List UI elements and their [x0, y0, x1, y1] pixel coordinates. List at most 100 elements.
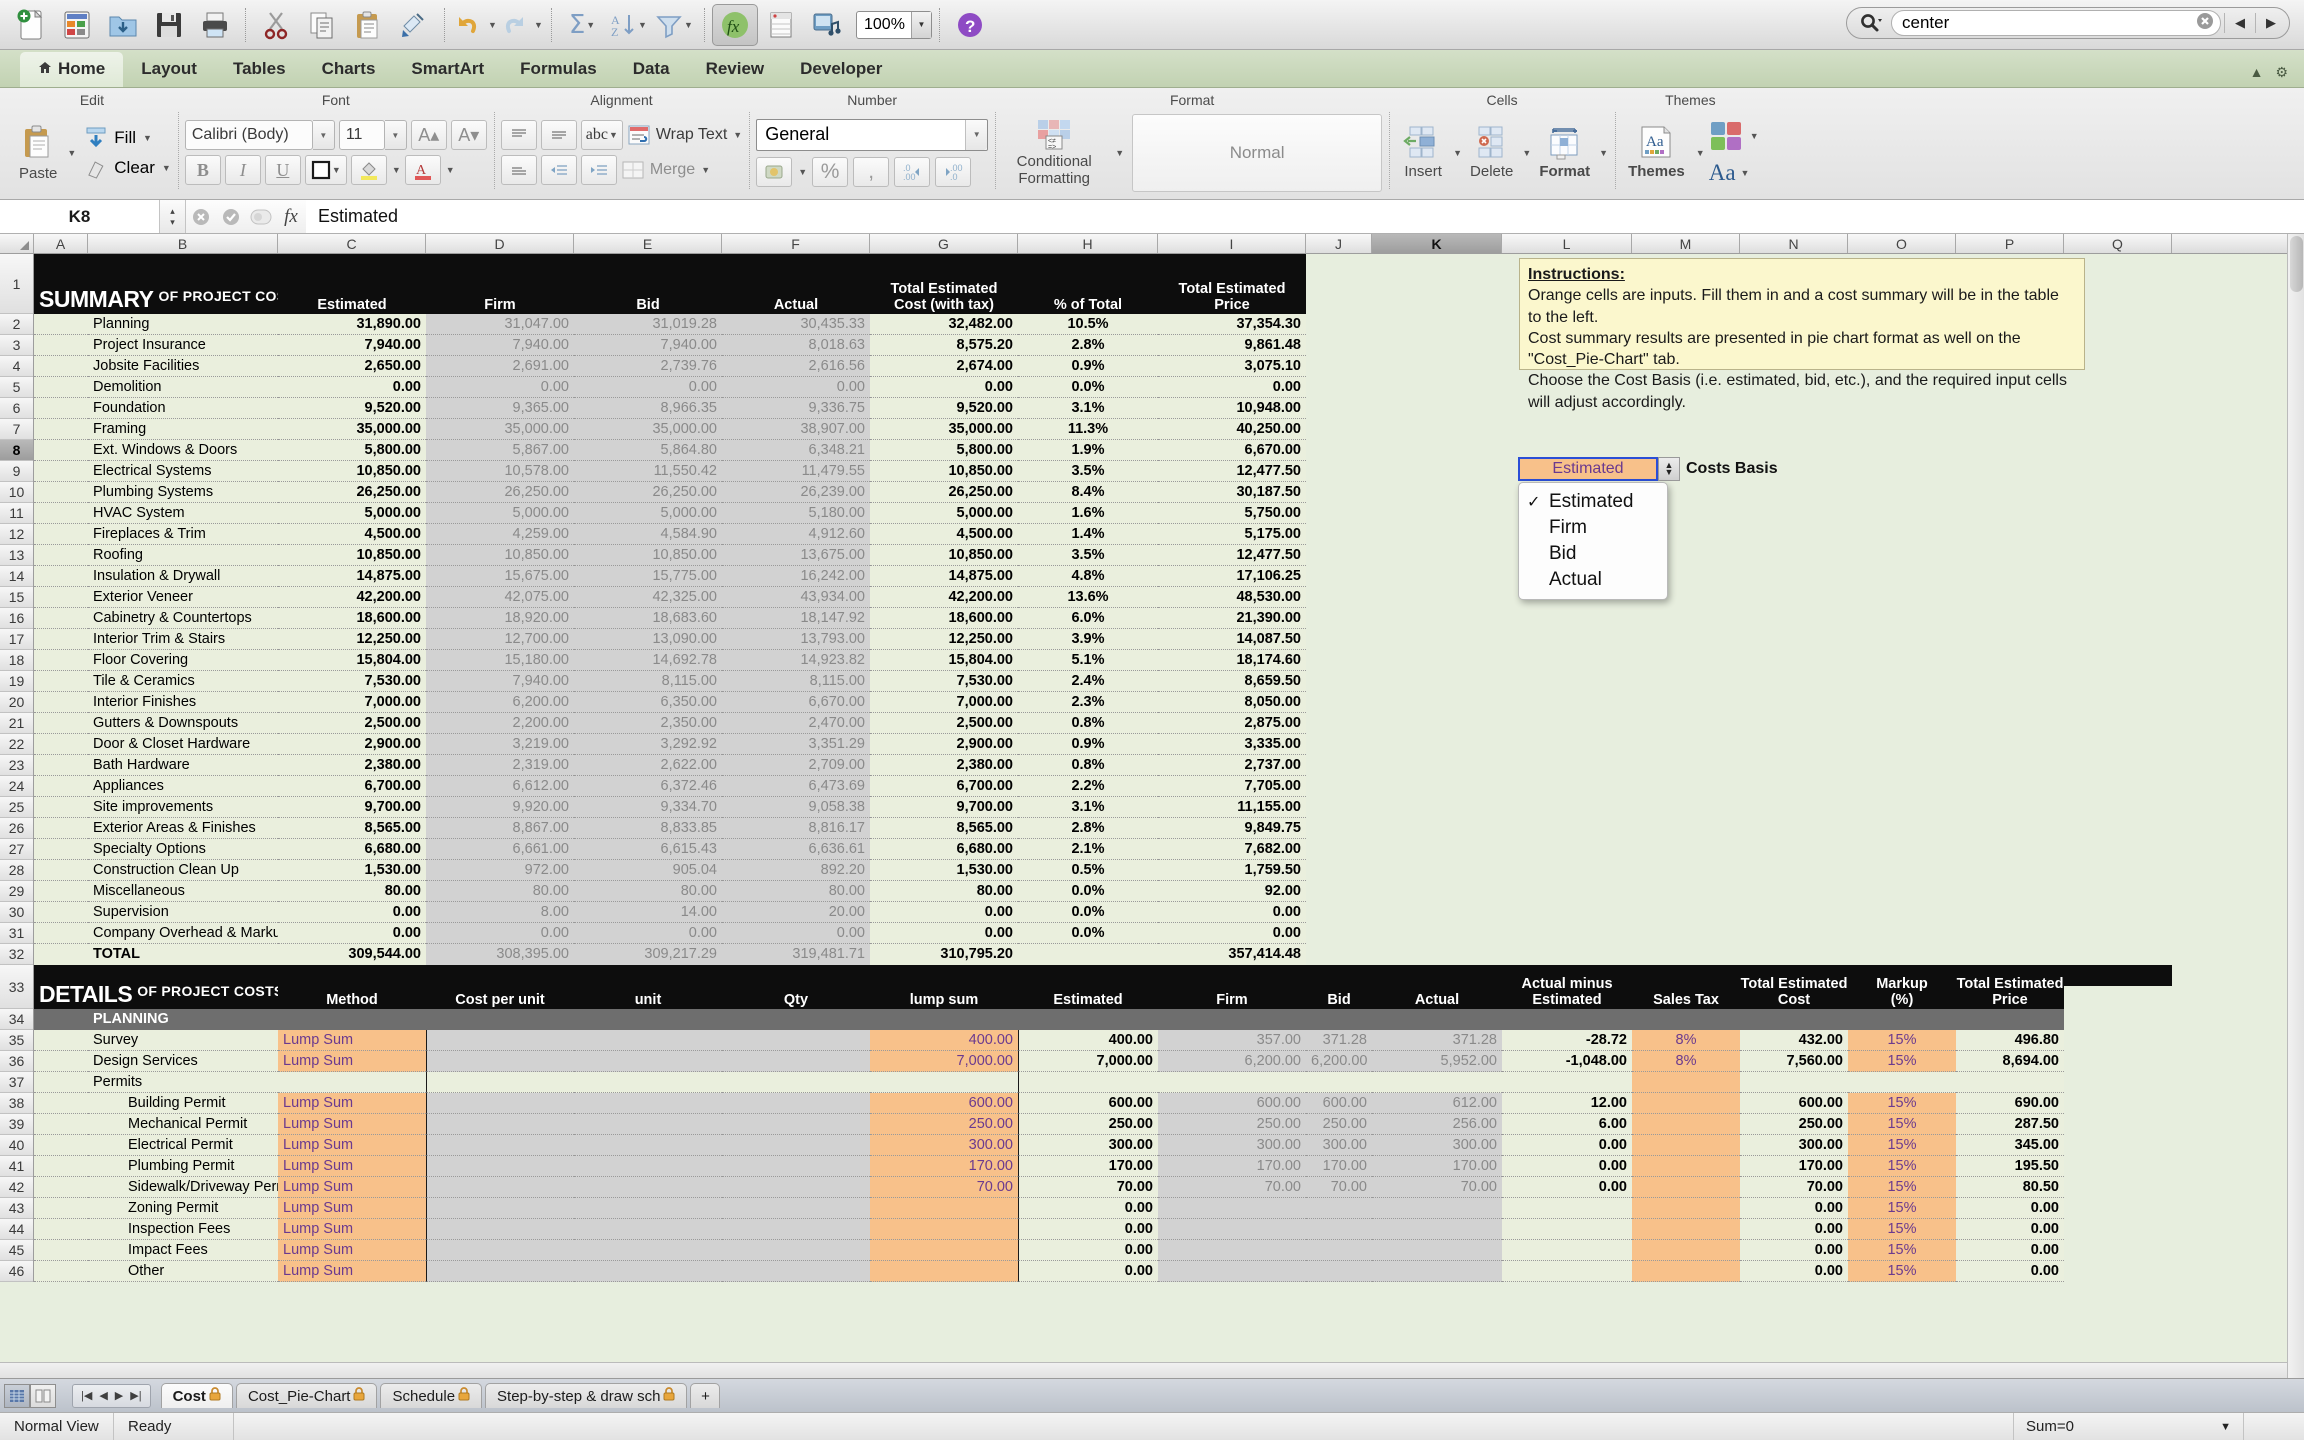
grid-cell-empty[interactable] [1632, 650, 1740, 671]
summary-estimated[interactable]: 35,000.00 [278, 419, 426, 440]
details-unit[interactable] [574, 1072, 722, 1093]
row-header-5[interactable]: 5 [0, 377, 33, 398]
summary-row-name[interactable]: Interior Finishes [88, 692, 278, 713]
details-firm[interactable] [1158, 1198, 1306, 1219]
summary-firm[interactable]: 6,661.00 [426, 839, 574, 860]
summary-row-name[interactable]: Exterior Areas & Finishes [88, 818, 278, 839]
summary-pct-of-total[interactable]: 6.0% [1018, 608, 1158, 629]
details-markup[interactable]: 15% [1848, 1156, 1956, 1177]
summary-total-estimated-price[interactable]: 12,477.50 [1158, 545, 1306, 566]
grid-cell-empty[interactable] [1306, 566, 1372, 587]
row-header-25[interactable]: 25 [0, 797, 33, 818]
summary-estimated[interactable]: 6,700.00 [278, 776, 426, 797]
summary-estimated[interactable]: 2,650.00 [278, 356, 426, 377]
details-sales-tax[interactable] [1632, 1072, 1740, 1093]
grid-cell-empty[interactable] [1632, 881, 1740, 902]
summary-total-estimated-price[interactable]: 7,682.00 [1158, 839, 1306, 860]
summary-row-name[interactable]: Gutters & Downspouts [88, 713, 278, 734]
summary-pct-of-total[interactable]: 0.8% [1018, 713, 1158, 734]
summary-firm[interactable]: 6,612.00 [426, 776, 574, 797]
details-lump-sum[interactable] [870, 1261, 1018, 1282]
prev-sheet-icon[interactable]: ◀ [99, 1389, 107, 1402]
summary-total-estimated-price[interactable]: 3,075.10 [1158, 356, 1306, 377]
details-bid[interactable]: 6,200.00 [1306, 1051, 1372, 1072]
grid-cell-empty[interactable] [1372, 650, 1502, 671]
align-top-button[interactable] [501, 120, 537, 150]
print-icon[interactable] [192, 4, 238, 46]
summary-actual[interactable]: 6,636.61 [722, 839, 870, 860]
summary-pct-of-total[interactable]: 2.1% [1018, 839, 1158, 860]
grid-cell-empty[interactable] [1848, 419, 1956, 440]
chevron-down-icon[interactable]: ▼ [1115, 148, 1124, 158]
details-row-name[interactable]: Plumbing Permit [88, 1156, 278, 1177]
summary-firm[interactable]: 9,365.00 [426, 398, 574, 419]
details-method[interactable]: Lump Sum [278, 1198, 426, 1219]
grid-cell-empty[interactable] [1848, 755, 1956, 776]
grid-cell-empty[interactable] [1306, 776, 1372, 797]
summary-bid[interactable]: 7,940.00 [574, 335, 722, 356]
column-header-B[interactable]: B [88, 234, 278, 253]
grid-cell-a[interactable] [34, 839, 88, 860]
row-header-41[interactable]: 41 [0, 1156, 33, 1177]
grid-cell-empty[interactable] [1306, 839, 1372, 860]
summary-actual[interactable]: 6,670.00 [722, 692, 870, 713]
grid-cell-empty[interactable] [1848, 545, 1956, 566]
summary-row-name[interactable]: Foundation [88, 398, 278, 419]
chevron-down-icon[interactable]: ▼ [1696, 148, 1705, 158]
summary-total-estimated-price[interactable]: 48,530.00 [1158, 587, 1306, 608]
grid-cell-empty[interactable] [1306, 461, 1372, 482]
grid-cell-empty[interactable] [1372, 566, 1502, 587]
summary-col-header-1[interactable]: Firm [426, 254, 574, 314]
grid-cell-empty[interactable] [1848, 503, 1956, 524]
grid-cell-empty[interactable] [1848, 629, 1956, 650]
normal-view-icon[interactable] [4, 1384, 30, 1408]
grid-cell-empty[interactable] [1956, 818, 2064, 839]
row-header-19[interactable]: 19 [0, 671, 33, 692]
grid-cell-empty[interactable] [1740, 923, 1848, 944]
grid-cell-empty[interactable] [1956, 881, 2064, 902]
grid-cell-empty[interactable] [1372, 440, 1502, 461]
grid-cell-a[interactable] [34, 566, 88, 587]
details-col-header-8[interactable]: Actual [1372, 965, 1502, 1009]
grid-cell-a[interactable] [34, 482, 88, 503]
details-row-name[interactable]: Sidewalk/Driveway Permit [88, 1177, 278, 1198]
summary-actual[interactable]: 38,907.00 [722, 419, 870, 440]
summary-row-name[interactable]: Construction Clean Up [88, 860, 278, 881]
sheet-tab-step-by-step[interactable]: Step-by-step & draw sch [485, 1383, 687, 1408]
details-markup[interactable]: 15% [1848, 1177, 1956, 1198]
summary-firm[interactable]: 2,691.00 [426, 356, 574, 377]
sheet-nav-arrows[interactable]: |◀ ◀ ▶ ▶| [72, 1384, 151, 1408]
grid-cell-empty[interactable] [1740, 797, 1848, 818]
costs-basis-spinner-icon[interactable]: ▲▼ [1658, 457, 1680, 481]
vertical-scrollbar[interactable] [2287, 234, 2304, 1378]
details-actual-minus-estimated[interactable]: 0.00 [1502, 1156, 1632, 1177]
summary-pct-of-total[interactable]: 2.8% [1018, 335, 1158, 356]
accept-entry-icon[interactable] [216, 200, 246, 233]
grid-cell-a[interactable] [34, 923, 88, 944]
summary-actual[interactable]: 9,058.38 [722, 797, 870, 818]
details-total-estimated-cost[interactable]: 250.00 [1740, 1114, 1848, 1135]
summary-firm[interactable]: 7,940.00 [426, 335, 574, 356]
grid-cell-empty[interactable] [1306, 671, 1372, 692]
grid-cell-empty[interactable] [1306, 608, 1372, 629]
search-prev-button[interactable]: ◀ [2225, 10, 2255, 36]
summary-actual[interactable]: 2,470.00 [722, 713, 870, 734]
details-qty[interactable] [722, 1240, 870, 1261]
paste-icon[interactable] [345, 4, 391, 46]
grid-cell-empty[interactable] [1740, 608, 1848, 629]
grid-cell-empty[interactable] [1956, 902, 2064, 923]
details-qty[interactable] [722, 1261, 870, 1282]
grid-cell-empty[interactable] [2064, 461, 2172, 482]
summary-actual[interactable]: 2,709.00 [722, 755, 870, 776]
summary-estimated[interactable]: 80.00 [278, 881, 426, 902]
grid-cell-empty[interactable] [2064, 419, 2172, 440]
grid-cell-empty[interactable] [1632, 755, 1740, 776]
grid-cell-empty[interactable] [2064, 839, 2172, 860]
details-estimated[interactable] [1018, 1072, 1158, 1093]
summary-estimated[interactable]: 9,700.00 [278, 797, 426, 818]
grid-cell-empty[interactable] [1306, 377, 1372, 398]
summary-firm[interactable]: 0.00 [426, 377, 574, 398]
details-total-estimated-price[interactable]: 0.00 [1956, 1240, 2064, 1261]
summary-total-estimated-cost[interactable]: 0.00 [870, 902, 1018, 923]
summary-firm[interactable]: 8,867.00 [426, 818, 574, 839]
